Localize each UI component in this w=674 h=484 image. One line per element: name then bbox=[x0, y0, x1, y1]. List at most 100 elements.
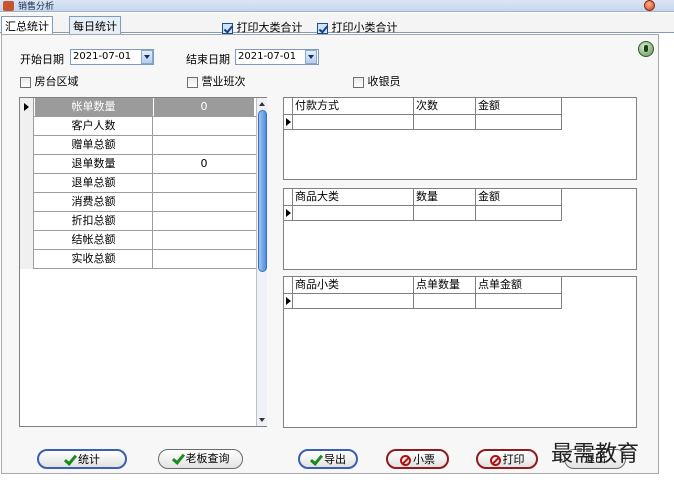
category-table-header: 商品大类 数量 金额 bbox=[284, 189, 562, 206]
summary-row-label: 消费总额 bbox=[35, 193, 153, 212]
scroll-down-arrow-icon[interactable] bbox=[259, 418, 265, 422]
payment-table-header: 付款方式 次数 金额 bbox=[284, 98, 562, 115]
table-cell[interactable] bbox=[476, 115, 562, 130]
export-button[interactable]: 导出 bbox=[298, 449, 358, 469]
cashier-option[interactable]: 收银员 bbox=[353, 73, 401, 89]
start-date-label: 开始日期 bbox=[20, 53, 64, 66]
current-row-arrow-icon bbox=[24, 103, 29, 111]
summary-row[interactable]: 退单总额 bbox=[20, 174, 256, 193]
export-button-label: 导出 bbox=[324, 453, 346, 466]
print-category-total-checkbox[interactable] bbox=[222, 22, 233, 34]
summary-row-label: 折扣总额 bbox=[35, 212, 153, 231]
summary-row[interactable]: 赠单总额 bbox=[20, 136, 256, 155]
app-icon bbox=[3, 1, 14, 11]
table-row[interactable] bbox=[284, 115, 562, 130]
subcategory-col-order-amount: 点单金额 bbox=[476, 277, 562, 294]
summary-row-value bbox=[154, 136, 254, 155]
summary-row-value bbox=[154, 193, 254, 212]
room-area-option[interactable]: 房台区域 bbox=[20, 73, 79, 89]
shift-option[interactable]: 营业班次 bbox=[187, 73, 246, 89]
table-cell[interactable] bbox=[414, 206, 476, 221]
stop-icon bbox=[400, 454, 411, 466]
summary-row-value bbox=[154, 174, 254, 193]
print-subcategory-total-label: 打印小类合计 bbox=[331, 21, 398, 34]
summary-row-label: 实收总额 bbox=[35, 250, 153, 269]
table-cell[interactable] bbox=[476, 294, 562, 309]
watermark-text: 最需教育 bbox=[551, 442, 640, 467]
row-indicator bbox=[20, 231, 34, 250]
cashier-checkbox[interactable] bbox=[353, 76, 364, 88]
table-cell[interactable] bbox=[293, 294, 414, 309]
payment-col-count: 次数 bbox=[414, 98, 476, 115]
boss-query-button-label: 老板查询 bbox=[185, 452, 230, 465]
check-icon bbox=[172, 454, 184, 464]
tab-summary[interactable]: 汇总统计 bbox=[1, 16, 53, 35]
category-col-amount: 金额 bbox=[476, 189, 562, 206]
print-button-label: 打印 bbox=[502, 453, 525, 466]
summary-row-value bbox=[154, 250, 254, 269]
shift-label: 营业班次 bbox=[201, 75, 246, 88]
table-cell[interactable] bbox=[414, 115, 476, 130]
shift-checkbox[interactable] bbox=[187, 76, 198, 88]
header-corner bbox=[284, 98, 293, 115]
ticket-button-label: 小票 bbox=[413, 453, 435, 466]
row-indicator bbox=[20, 117, 34, 136]
help-icon[interactable] bbox=[638, 41, 654, 57]
table-row[interactable] bbox=[284, 294, 562, 309]
summary-row-value bbox=[154, 231, 254, 250]
subcategory-col-order-quantity: 点单数量 bbox=[414, 277, 476, 294]
summary-row-value: 0 bbox=[154, 98, 254, 117]
summary-row-label: 退单数量 bbox=[35, 155, 153, 174]
ticket-button[interactable]: 小票 bbox=[386, 449, 449, 469]
summary-row-label: 帐单数量 bbox=[35, 98, 153, 117]
room-area-label: 房台区域 bbox=[34, 75, 79, 88]
stats-button[interactable]: 统计 bbox=[37, 449, 127, 469]
start-date-dropdown-button[interactable] bbox=[141, 50, 153, 64]
payment-method-table[interactable]: 付款方式 次数 金额 bbox=[283, 97, 637, 180]
summary-row-label: 客户人数 bbox=[35, 117, 153, 136]
summary-row-value bbox=[154, 212, 254, 231]
payment-col-method: 付款方式 bbox=[293, 98, 414, 115]
category-table[interactable]: 商品大类 数量 金额 bbox=[283, 188, 637, 270]
boss-query-button[interactable]: 老板查询 bbox=[158, 449, 243, 469]
summary-row[interactable]: 消费总额 bbox=[20, 193, 256, 212]
summary-row-value: 0 bbox=[200, 157, 208, 170]
print-subcategory-total-option[interactable]: 打印小类合计 bbox=[317, 19, 398, 35]
row-indicator bbox=[20, 98, 34, 117]
end-date-dropdown-button[interactable] bbox=[305, 50, 317, 64]
table-cell[interactable] bbox=[414, 294, 476, 309]
table-cell[interactable] bbox=[293, 206, 414, 221]
header-corner bbox=[284, 277, 293, 294]
print-button[interactable]: 打印 bbox=[476, 449, 538, 469]
table-row[interactable] bbox=[284, 206, 562, 221]
summary-row-value bbox=[154, 117, 254, 136]
close-icon[interactable] bbox=[644, 0, 655, 11]
row-indicator bbox=[284, 294, 293, 309]
summary-row[interactable]: 帐单数量 0 bbox=[20, 98, 256, 117]
row-indicator bbox=[284, 206, 293, 221]
subcategory-table[interactable]: 商品小类 点单数量 点单金额 bbox=[283, 276, 637, 428]
summary-grid[interactable]: 帐单数量 0 客户人数 赠单总额 退单数量 0 退单总额 消费总额 折扣总额 结… bbox=[19, 97, 267, 427]
summary-scrollbar[interactable] bbox=[256, 98, 267, 426]
summary-row[interactable]: 折扣总额 bbox=[20, 212, 256, 231]
room-area-checkbox[interactable] bbox=[20, 76, 31, 88]
scroll-up-arrow-icon[interactable] bbox=[259, 102, 265, 106]
tab-daily[interactable]: 每日统计 bbox=[69, 16, 121, 34]
current-row-arrow-icon bbox=[286, 297, 291, 305]
category-col-quantity: 数量 bbox=[414, 189, 476, 206]
table-cell[interactable] bbox=[293, 115, 414, 130]
row-indicator bbox=[20, 250, 34, 269]
summary-row-label: 结帐总额 bbox=[35, 231, 153, 250]
summary-row[interactable]: 结帐总额 bbox=[20, 231, 256, 250]
row-indicator bbox=[20, 136, 34, 155]
header-corner bbox=[284, 189, 293, 206]
summary-row[interactable]: 客户人数 bbox=[20, 117, 256, 136]
payment-col-amount: 金额 bbox=[476, 98, 562, 115]
category-col-name: 商品大类 bbox=[293, 189, 414, 206]
print-subcategory-total-checkbox[interactable] bbox=[317, 22, 328, 34]
summary-row[interactable]: 实收总额 bbox=[20, 250, 256, 269]
print-category-total-option[interactable]: 打印大类合计 bbox=[222, 19, 303, 35]
scroll-thumb[interactable] bbox=[258, 110, 267, 272]
summary-row[interactable]: 退单数量 0 bbox=[20, 155, 256, 174]
table-cell[interactable] bbox=[476, 206, 562, 221]
